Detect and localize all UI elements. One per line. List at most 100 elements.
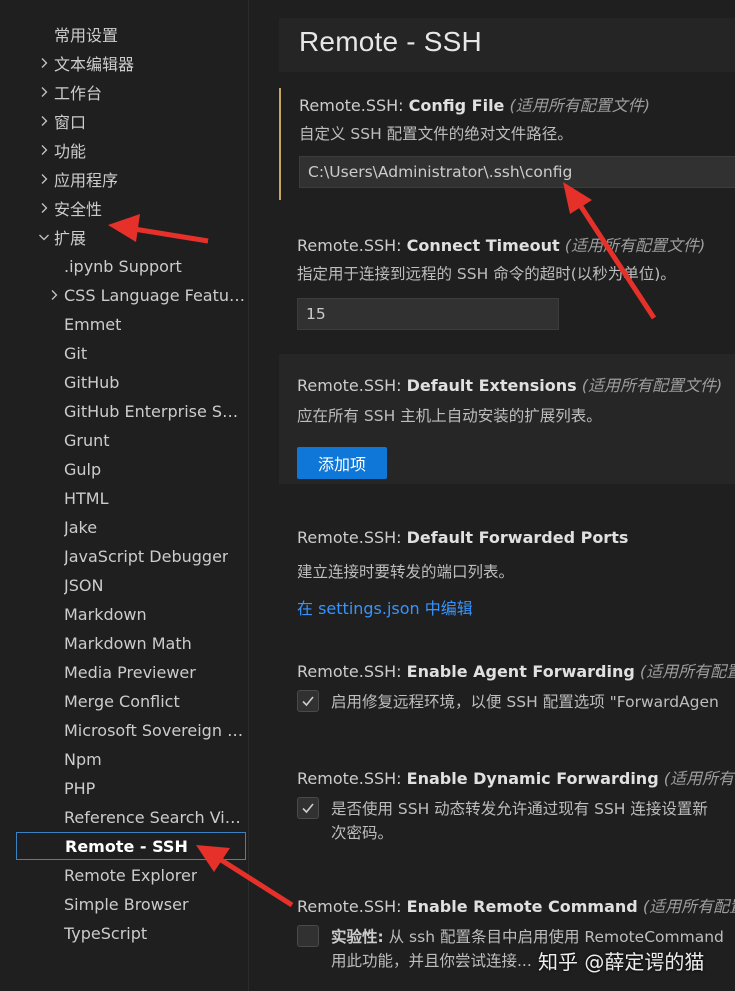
setting-description: 应在所有 SSH 主机上自动安装的扩展列表。 bbox=[297, 407, 602, 425]
sidebar-item-label: Markdown bbox=[64, 604, 147, 624]
sidebar-item[interactable]: 功能 bbox=[16, 136, 246, 164]
sidebar-item[interactable]: .ipynb Support bbox=[16, 252, 246, 280]
sidebar-item[interactable]: Npm bbox=[16, 745, 246, 773]
sidebar-item[interactable]: Markdown bbox=[16, 600, 246, 628]
check-icon bbox=[302, 696, 314, 707]
settings-toc-sidebar: 常用设置文本编辑器工作台窗口功能应用程序安全性扩展 .ipynb Support C… bbox=[0, 0, 249, 991]
setting-description: 指定用于连接到远程的 SSH 命令的超时(以秒为单位)。 bbox=[297, 265, 676, 283]
sidebar-item[interactable]: 安全性 bbox=[16, 194, 246, 222]
checkbox-label-line1: 实验性: 从 ssh 配置条目中启用使用 RemoteCommand bbox=[331, 928, 724, 946]
setting-default-extensions: Remote.SSH: Default Extensions (适用所有配置文件… bbox=[279, 354, 735, 484]
chevron-right-icon bbox=[34, 140, 54, 160]
sidebar-item-label: 工作台 bbox=[54, 84, 103, 103]
chevron-right-icon bbox=[34, 111, 54, 131]
sidebar-item[interactable]: 文本编辑器 bbox=[16, 49, 246, 77]
sidebar-item[interactable]: 窗口 bbox=[16, 107, 246, 135]
chevron-right-icon bbox=[44, 285, 64, 305]
sidebar-item[interactable]: JSON bbox=[16, 571, 246, 599]
sidebar-item[interactable]: Microsoft Sovereign C... bbox=[16, 716, 246, 744]
sidebar-item-label: Npm bbox=[64, 749, 102, 769]
watermark: 知乎 @薛定谔的猫 bbox=[538, 950, 705, 974]
sidebar-item-label: Remote - SSH bbox=[65, 836, 188, 856]
add-item-button[interactable]: 添加项 bbox=[297, 447, 387, 479]
sidebar-item[interactable]: Remote - SSH bbox=[16, 832, 246, 860]
sidebar-item-label: Merge Conflict bbox=[64, 691, 180, 711]
chevron-right-icon bbox=[34, 82, 54, 102]
sidebar-item[interactable]: 扩展 bbox=[16, 223, 246, 251]
sidebar-item-label: Remote Explorer bbox=[64, 865, 198, 885]
sidebar-item[interactable]: 应用程序 bbox=[16, 165, 246, 193]
sidebar-item-label: Markdown Math bbox=[64, 633, 192, 653]
sidebar-item[interactable]: PHP bbox=[16, 774, 246, 802]
sidebar-item[interactable]: Jake bbox=[16, 513, 246, 541]
chevron-right-icon bbox=[34, 53, 54, 73]
sidebar-item-label: 安全性 bbox=[54, 200, 103, 219]
sidebar-item-label: Jake bbox=[64, 517, 98, 537]
sidebar-item-label: 扩展 bbox=[54, 229, 87, 248]
setting-description: 建立连接时要转发的端口列表。 bbox=[297, 563, 515, 581]
sidebar-item-label: .ipynb Support bbox=[64, 256, 182, 276]
sidebar-item[interactable]: GitHub bbox=[16, 368, 246, 396]
sidebar-item-label: 应用程序 bbox=[54, 171, 119, 190]
sidebar-item[interactable]: Merge Conflict bbox=[16, 687, 246, 715]
sidebar-item[interactable]: Reference Search View bbox=[16, 803, 246, 831]
setting-title: Remote.SSH: Enable Agent Forwarding (适用所… bbox=[297, 662, 735, 681]
setting-description: 自定义 SSH 配置文件的绝对文件路径。 bbox=[299, 125, 573, 143]
sidebar-item[interactable]: Simple Browser bbox=[16, 890, 246, 918]
settings-editor: Remote - SSH Remote.SSH: Config File (适用… bbox=[249, 0, 735, 991]
setting-enable-agent-forwarding: Remote.SSH: Enable Agent Forwarding (适用所… bbox=[279, 650, 735, 730]
chevron-down-icon bbox=[34, 227, 54, 247]
setting-title: Remote.SSH: Enable Dynamic Forwarding (适… bbox=[297, 769, 735, 788]
remote-command-checkbox[interactable] bbox=[297, 925, 319, 947]
sidebar-item-label: GitHub Enterprise Ser... bbox=[64, 401, 246, 421]
sidebar-item[interactable]: Git bbox=[16, 339, 246, 367]
sidebar-item[interactable]: TypeScript bbox=[16, 919, 246, 947]
checkbox-label-line2: 用此功能，并且你尝试连接... bbox=[331, 952, 532, 970]
agent-forwarding-checkbox[interactable] bbox=[297, 690, 319, 712]
checkbox-label-line1: 是否使用 SSH 动态转发允许通过现有 SSH 连接设置新 bbox=[331, 800, 708, 818]
edit-in-settings-json-link[interactable]: 在 settings.json 中编辑 bbox=[297, 595, 473, 619]
dynamic-forwarding-checkbox[interactable] bbox=[297, 797, 319, 819]
sidebar-item-label: 功能 bbox=[54, 142, 87, 161]
sidebar-item[interactable]: Grunt bbox=[16, 426, 246, 454]
setting-enable-dynamic-forwarding: Remote.SSH: Enable Dynamic Forwarding (适… bbox=[279, 757, 735, 857]
sidebar-item[interactable]: Markdown Math bbox=[16, 629, 246, 657]
connect-timeout-input[interactable]: 15 bbox=[297, 298, 559, 330]
sidebar-item[interactable]: Emmet bbox=[16, 310, 246, 338]
config-file-input[interactable]: C:\Users\Administrator\.ssh\config bbox=[299, 156, 735, 188]
sidebar-item[interactable]: GitHub Enterprise Ser... bbox=[16, 397, 246, 425]
sidebar-item[interactable]: JavaScript Debugger bbox=[16, 542, 246, 570]
sidebar-item-label: Grunt bbox=[64, 430, 110, 450]
setting-connect-timeout: Remote.SSH: Connect Timeout (适用所有配置文件) 指… bbox=[279, 226, 735, 336]
sidebar-item[interactable]: Remote Explorer bbox=[16, 861, 246, 889]
sidebar-item[interactable]: Gulp bbox=[16, 455, 246, 483]
sidebar-item-label: JSON bbox=[64, 575, 104, 595]
sidebar-item[interactable]: HTML bbox=[16, 484, 246, 512]
sidebar-item-label: CSS Language Features bbox=[64, 285, 246, 305]
sidebar-item-label: HTML bbox=[64, 488, 109, 508]
sidebar-item-label: Git bbox=[64, 343, 88, 363]
sidebar-item[interactable]: 常用设置 bbox=[16, 20, 246, 48]
setting-title: Remote.SSH: Config File (适用所有配置文件) bbox=[299, 96, 650, 115]
sidebar-item-label: 常用设置 bbox=[54, 26, 119, 45]
sidebar-item[interactable]: Media Previewer bbox=[16, 658, 246, 686]
sidebar-item[interactable]: CSS Language Features bbox=[16, 281, 246, 309]
sidebar-item[interactable]: 工作台 bbox=[16, 78, 246, 106]
chevron-right-icon bbox=[34, 169, 54, 189]
